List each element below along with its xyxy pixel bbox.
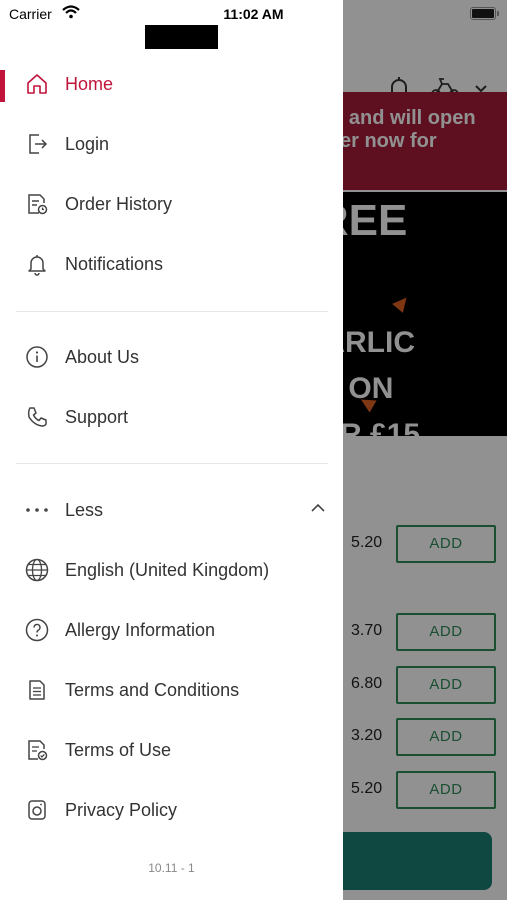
menu-item-label: About Us [65,347,140,367]
app-version: 10.11 - 1 [148,861,195,875]
document-icon [25,678,49,702]
divider [16,311,328,312]
menu-item-privacy-policy[interactable]: Privacy Policy [0,782,343,838]
menu-item-label: Less [65,500,104,520]
privacy-icon [25,798,49,822]
status-bar: Carrier 11:02 AM [0,0,507,30]
menu-item-home[interactable]: Home [0,56,343,112]
menu-item-terms-of-use[interactable]: Terms of Use [0,722,343,778]
menu-item-order-history[interactable]: Order History [0,176,343,232]
bell-icon [25,252,49,276]
menu-item-login[interactable]: Login [0,116,343,172]
menu-item-label: Home [65,74,114,94]
menu-item-terms-and-conditions[interactable]: Terms and Conditions [0,662,343,718]
menu-item-less[interactable]: Less [0,482,343,538]
document-check-icon [25,738,49,762]
navigation-drawer: Home Login Order History Notifications A… [0,0,343,900]
menu-item-about-us[interactable]: About Us [0,329,343,385]
menu-item-language[interactable]: English (United Kingdom) [0,542,343,598]
chevron-up-icon[interactable] [310,502,326,514]
active-indicator [0,70,5,102]
phone-icon [25,405,49,429]
globe-icon [25,558,49,582]
menu-item-support[interactable]: Support [0,389,343,445]
battery-icon [470,7,499,20]
login-icon [25,132,49,156]
menu-item-allergy-information[interactable]: Allergy Information [0,602,343,658]
menu-item-notifications[interactable]: Notifications [0,236,343,292]
question-icon [25,618,49,642]
menu-item-label: Support [65,407,129,427]
more-dots-icon [25,498,49,522]
menu-item-label: Notifications [65,254,164,274]
home-icon [25,72,49,96]
menu-item-label: English (United Kingdom) [65,560,270,580]
order-history-icon [25,192,49,216]
menu-item-label: Login [65,134,110,154]
menu-item-label: Terms and Conditions [65,680,240,700]
menu-item-label: Allergy Information [65,620,216,640]
status-time: 11:02 AM [223,6,284,22]
menu-item-label: Terms of Use [65,740,172,760]
info-icon [25,345,49,369]
divider [16,463,328,464]
menu-item-label: Order History [65,194,173,214]
menu-item-label: Privacy Policy [65,800,178,820]
